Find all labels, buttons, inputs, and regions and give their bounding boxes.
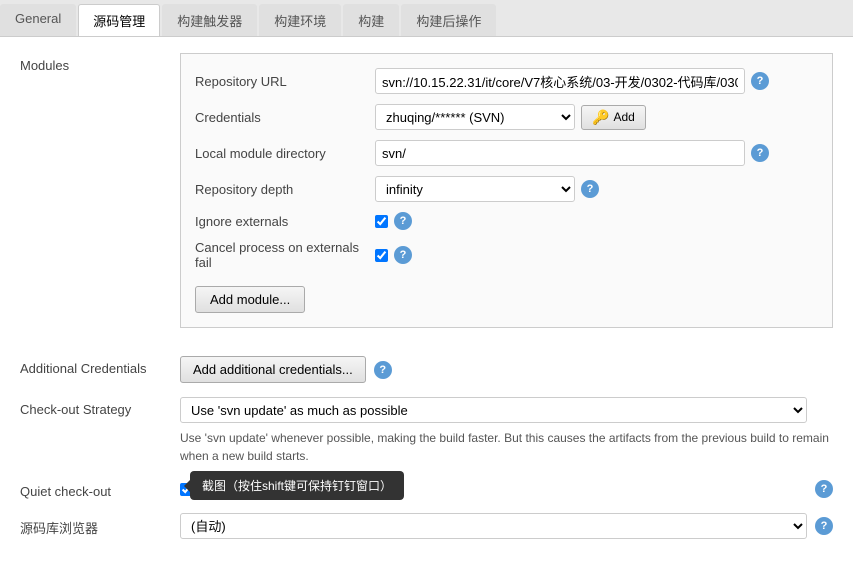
additional-credentials-content: Add additional credentials... ?	[180, 356, 833, 383]
modules-section: Modules Repository URL ? Credentials	[20, 53, 833, 342]
cancel-process-help-icon[interactable]: ?	[394, 246, 412, 264]
browser-help-icon[interactable]: ?	[815, 517, 833, 535]
repo-depth-field: infinity empty files immediates unknown …	[375, 176, 818, 202]
repo-depth-label: Repository depth	[195, 182, 375, 197]
browser-label: 源码库浏览器	[20, 513, 180, 537]
add-btn-label: Add	[613, 110, 634, 124]
repo-depth-help-icon[interactable]: ?	[581, 180, 599, 198]
local-dir-field: ?	[375, 140, 818, 166]
tab-build-env[interactable]: 构建环境	[259, 4, 341, 36]
additional-credentials-label: Additional Credentials	[20, 356, 180, 376]
repo-url-field: ?	[375, 68, 818, 94]
modules-section-label: Modules	[20, 53, 180, 73]
checkout-strategy-label: Check-out Strategy	[20, 397, 180, 417]
ignore-externals-label: Ignore externals	[195, 214, 375, 229]
additional-credentials-help-icon[interactable]: ?	[374, 361, 392, 379]
cancel-process-field: ?	[375, 246, 818, 264]
additional-credentials-section: Additional Credentials Add additional cr…	[20, 356, 833, 383]
main-content: Modules Repository URL ? Credentials	[0, 37, 853, 569]
tooltip-box: 截图（按住shift键可保持钉钉窗口）	[190, 471, 404, 500]
ignore-externals-checkbox[interactable]	[375, 215, 388, 228]
ignore-externals-row: Ignore externals ?	[195, 212, 818, 230]
repo-url-label: Repository URL	[195, 74, 375, 89]
checkout-strategy-section: Check-out Strategy Use 'svn update' as m…	[20, 397, 833, 465]
browser-section: 源码库浏览器 (自动) ?	[20, 513, 833, 539]
quiet-checkout-row: Quiet check-out 截图（按住shift键可保持钉钉窗口） ?	[20, 479, 833, 499]
ignore-externals-field: ?	[375, 212, 818, 230]
repo-url-row: Repository URL ?	[195, 68, 818, 94]
cancel-process-row: Cancel process on externals fail ?	[195, 240, 818, 270]
repo-url-help-icon[interactable]: ?	[751, 72, 769, 90]
ignore-externals-help-icon[interactable]: ?	[394, 212, 412, 230]
checkout-strategy-content: Use 'svn update' as much as possible ? U…	[180, 397, 833, 465]
modules-box: Repository URL ? Credentials zhuqing/***…	[180, 53, 833, 328]
credentials-label: Credentials	[195, 110, 375, 125]
credentials-select[interactable]: zhuqing/****** (SVN)	[375, 104, 575, 130]
browser-select[interactable]: (自动)	[180, 513, 807, 539]
modules-content: Repository URL ? Credentials zhuqing/***…	[180, 53, 833, 342]
cancel-process-label: Cancel process on externals fail	[195, 240, 375, 270]
tab-bar: General 源码管理 构建触发器 构建环境 构建 构建后操作	[0, 0, 853, 37]
browser-content: (自动) ?	[180, 513, 833, 539]
checkout-info-text: Use 'svn update' whenever possible, maki…	[180, 429, 833, 465]
tab-build[interactable]: 构建	[343, 4, 399, 36]
tab-build-trigger[interactable]: 构建触发器	[162, 4, 257, 36]
add-credentials-button[interactable]: 🔑 Add	[581, 105, 646, 130]
repo-depth-row: Repository depth infinity empty files im…	[195, 176, 818, 202]
local-dir-input[interactable]	[375, 140, 745, 166]
local-dir-label: Local module directory	[195, 146, 375, 161]
repo-depth-select[interactable]: infinity empty files immediates unknown	[375, 176, 575, 202]
add-module-button[interactable]: Add module...	[195, 286, 305, 313]
cancel-process-checkbox[interactable]	[375, 249, 388, 262]
quiet-checkout-content: 截图（按住shift键可保持钉钉窗口）	[180, 483, 193, 496]
tab-post-build[interactable]: 构建后操作	[401, 4, 496, 36]
repo-url-input[interactable]	[375, 68, 745, 94]
add-additional-credentials-button[interactable]: Add additional credentials...	[180, 356, 366, 383]
credentials-field: zhuqing/****** (SVN) 🔑 Add	[375, 104, 818, 130]
local-dir-row: Local module directory ?	[195, 140, 818, 166]
quiet-checkout-label: Quiet check-out	[20, 479, 180, 499]
checkout-strategy-select[interactable]: Use 'svn update' as much as possible	[180, 397, 807, 423]
key-icon: 🔑	[592, 109, 609, 126]
quiet-checkout-help-icon[interactable]: ?	[815, 480, 833, 498]
tab-general[interactable]: General	[0, 4, 76, 36]
tab-source-mgmt[interactable]: 源码管理	[78, 4, 160, 36]
local-dir-help-icon[interactable]: ?	[751, 144, 769, 162]
credentials-row: Credentials zhuqing/****** (SVN) 🔑 Add	[195, 104, 818, 130]
